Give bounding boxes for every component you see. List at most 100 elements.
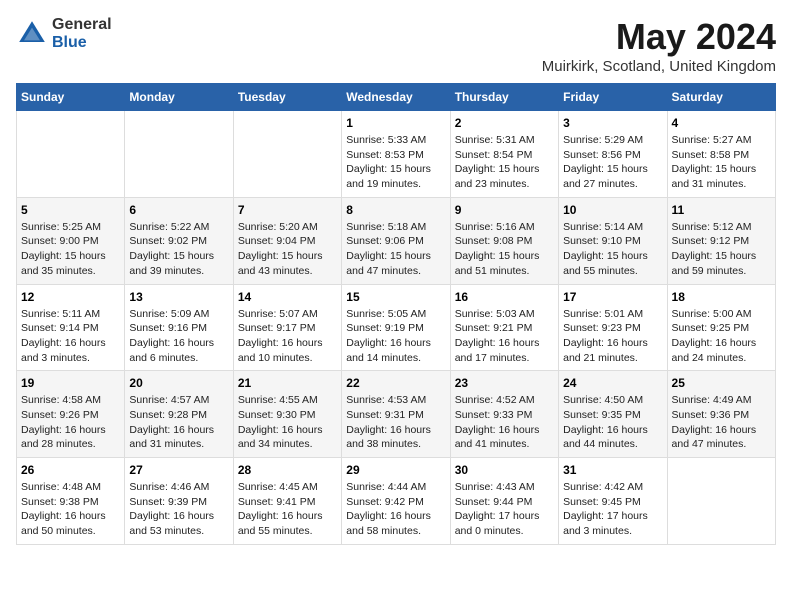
day-detail: Sunrise: 5:16 AM Sunset: 9:08 PM Dayligh… bbox=[455, 220, 554, 279]
day-detail: Sunrise: 5:00 AM Sunset: 9:25 PM Dayligh… bbox=[672, 307, 771, 366]
calendar-cell: 9 Sunrise: 5:16 AM Sunset: 9:08 PM Daylig… bbox=[450, 197, 558, 284]
day-detail: Sunrise: 5:09 AM Sunset: 9:16 PM Dayligh… bbox=[129, 307, 228, 366]
col-friday: Friday bbox=[559, 84, 667, 111]
logo-icon bbox=[16, 18, 48, 50]
day-detail: Sunrise: 4:49 AM Sunset: 9:36 PM Dayligh… bbox=[672, 393, 771, 452]
calendar-cell: 15 Sunrise: 5:05 AM Sunset: 9:19 PM Dayli… bbox=[342, 284, 450, 371]
day-number: 3 bbox=[563, 116, 662, 130]
day-number: 18 bbox=[672, 290, 771, 304]
day-detail: Sunrise: 4:45 AM Sunset: 9:41 PM Dayligh… bbox=[238, 480, 337, 539]
day-number: 19 bbox=[21, 376, 120, 390]
day-number: 9 bbox=[455, 203, 554, 217]
calendar-cell: 31 Sunrise: 4:42 AM Sunset: 9:45 PM Dayli… bbox=[559, 458, 667, 545]
day-number: 16 bbox=[455, 290, 554, 304]
day-number: 12 bbox=[21, 290, 120, 304]
day-number: 28 bbox=[238, 463, 337, 477]
day-detail: Sunrise: 4:50 AM Sunset: 9:35 PM Dayligh… bbox=[563, 393, 662, 452]
day-number: 20 bbox=[129, 376, 228, 390]
calendar-cell: 3Sunrise: 5:29 AM Sunset: 8:56 PM Daylig… bbox=[559, 111, 667, 198]
day-detail: Sunrise: 5:01 AM Sunset: 9:23 PM Dayligh… bbox=[563, 307, 662, 366]
day-detail: Sunrise: 4:46 AM Sunset: 9:39 PM Dayligh… bbox=[129, 480, 228, 539]
day-detail: Sunrise: 5:07 AM Sunset: 9:17 PM Dayligh… bbox=[238, 307, 337, 366]
day-detail: Sunrise: 5:12 AM Sunset: 9:12 PM Dayligh… bbox=[672, 220, 771, 279]
col-saturday: Saturday bbox=[667, 84, 775, 111]
calendar-cell: 25 Sunrise: 4:49 AM Sunset: 9:36 PM Dayli… bbox=[667, 371, 775, 458]
calendar-cell bbox=[233, 111, 341, 198]
calendar-cell: 1Sunrise: 5:33 AM Sunset: 8:53 PM Daylig… bbox=[342, 111, 450, 198]
day-number: 7 bbox=[238, 203, 337, 217]
calendar-week-row: 5Sunrise: 5:25 AM Sunset: 9:00 PM Daylig… bbox=[17, 197, 776, 284]
day-detail: Sunrise: 5:18 AM Sunset: 9:06 PM Dayligh… bbox=[346, 220, 445, 279]
calendar-cell bbox=[667, 458, 775, 545]
calendar-cell: 17 Sunrise: 5:01 AM Sunset: 9:23 PM Dayli… bbox=[559, 284, 667, 371]
calendar-body: 1Sunrise: 5:33 AM Sunset: 8:53 PM Daylig… bbox=[17, 111, 776, 545]
month-title: May 2024 bbox=[542, 16, 776, 58]
calendar-cell: 23 Sunrise: 4:52 AM Sunset: 9:33 PM Dayli… bbox=[450, 371, 558, 458]
calendar-cell: 26 Sunrise: 4:48 AM Sunset: 9:38 PM Dayli… bbox=[17, 458, 125, 545]
day-number: 6 bbox=[129, 203, 228, 217]
day-number: 2 bbox=[455, 116, 554, 130]
day-detail: Sunrise: 5:05 AM Sunset: 9:19 PM Dayligh… bbox=[346, 307, 445, 366]
calendar-cell: 12 Sunrise: 5:11 AM Sunset: 9:14 PM Dayli… bbox=[17, 284, 125, 371]
day-number: 13 bbox=[129, 290, 228, 304]
day-number: 17 bbox=[563, 290, 662, 304]
day-number: 22 bbox=[346, 376, 445, 390]
calendar-cell: 30 Sunrise: 4:43 AM Sunset: 9:44 PM Dayli… bbox=[450, 458, 558, 545]
calendar-cell: 8 Sunrise: 5:18 AM Sunset: 9:06 PM Daylig… bbox=[342, 197, 450, 284]
col-thursday: Thursday bbox=[450, 84, 558, 111]
col-monday: Monday bbox=[125, 84, 233, 111]
calendar-cell bbox=[125, 111, 233, 198]
day-detail: Sunrise: 4:53 AM Sunset: 9:31 PM Dayligh… bbox=[346, 393, 445, 452]
day-number: 14 bbox=[238, 290, 337, 304]
day-detail: Sunrise: 5:03 AM Sunset: 9:21 PM Dayligh… bbox=[455, 307, 554, 366]
day-detail: Sunrise: 5:14 AM Sunset: 9:10 PM Dayligh… bbox=[563, 220, 662, 279]
logo-blue-text: Blue bbox=[52, 34, 112, 52]
day-detail: Sunrise: 4:43 AM Sunset: 9:44 PM Dayligh… bbox=[455, 480, 554, 539]
calendar-cell: 29Sunrise: 4:44 AM Sunset: 9:42 PM Dayli… bbox=[342, 458, 450, 545]
calendar-cell: 27 Sunrise: 4:46 AM Sunset: 9:39 PM Dayli… bbox=[125, 458, 233, 545]
day-number: 24 bbox=[563, 376, 662, 390]
location-subtitle: Muirkirk, Scotland, United Kingdom bbox=[542, 58, 776, 75]
calendar-cell: 21Sunrise: 4:55 AM Sunset: 9:30 PM Dayli… bbox=[233, 371, 341, 458]
day-detail: Sunrise: 4:52 AM Sunset: 9:33 PM Dayligh… bbox=[455, 393, 554, 452]
day-number: 15 bbox=[346, 290, 445, 304]
day-detail: Sunrise: 4:42 AM Sunset: 9:45 PM Dayligh… bbox=[563, 480, 662, 539]
day-detail: Sunrise: 5:25 AM Sunset: 9:00 PM Dayligh… bbox=[21, 220, 120, 279]
day-number: 25 bbox=[672, 376, 771, 390]
calendar-cell: 22 Sunrise: 4:53 AM Sunset: 9:31 PM Dayli… bbox=[342, 371, 450, 458]
logo-text: General Blue bbox=[52, 16, 112, 51]
page-header: General Blue May 2024 Muirkirk, Scotland… bbox=[16, 16, 776, 75]
col-tuesday: Tuesday bbox=[233, 84, 341, 111]
day-detail: Sunrise: 5:33 AM Sunset: 8:53 PM Dayligh… bbox=[346, 133, 445, 192]
day-number: 30 bbox=[455, 463, 554, 477]
col-wednesday: Wednesday bbox=[342, 84, 450, 111]
day-number: 26 bbox=[21, 463, 120, 477]
col-sunday: Sunday bbox=[17, 84, 125, 111]
calendar-cell: 16 Sunrise: 5:03 AM Sunset: 9:21 PM Dayli… bbox=[450, 284, 558, 371]
calendar-cell: 7 Sunrise: 5:20 AM Sunset: 9:04 PM Daylig… bbox=[233, 197, 341, 284]
day-detail: Sunrise: 5:11 AM Sunset: 9:14 PM Dayligh… bbox=[21, 307, 120, 366]
day-number: 27 bbox=[129, 463, 228, 477]
calendar-table: Sunday Monday Tuesday Wednesday Thursday… bbox=[16, 83, 776, 545]
day-number: 8 bbox=[346, 203, 445, 217]
day-detail: Sunrise: 5:20 AM Sunset: 9:04 PM Dayligh… bbox=[238, 220, 337, 279]
day-number: 31 bbox=[563, 463, 662, 477]
calendar-week-row: 19Sunrise: 4:58 AM Sunset: 9:26 PM Dayli… bbox=[17, 371, 776, 458]
calendar-cell: 2Sunrise: 5:31 AM Sunset: 8:54 PM Daylig… bbox=[450, 111, 558, 198]
calendar-week-row: 1Sunrise: 5:33 AM Sunset: 8:53 PM Daylig… bbox=[17, 111, 776, 198]
calendar-cell: 10 Sunrise: 5:14 AM Sunset: 9:10 PM Dayli… bbox=[559, 197, 667, 284]
day-detail: Sunrise: 4:48 AM Sunset: 9:38 PM Dayligh… bbox=[21, 480, 120, 539]
day-number: 4 bbox=[672, 116, 771, 130]
calendar-cell: 5Sunrise: 5:25 AM Sunset: 9:00 PM Daylig… bbox=[17, 197, 125, 284]
day-number: 23 bbox=[455, 376, 554, 390]
calendar-cell bbox=[17, 111, 125, 198]
title-area: May 2024 Muirkirk, Scotland, United King… bbox=[542, 16, 776, 75]
calendar-cell: 14 Sunrise: 5:07 AM Sunset: 9:17 PM Dayli… bbox=[233, 284, 341, 371]
calendar-cell: 24 Sunrise: 4:50 AM Sunset: 9:35 PM Dayli… bbox=[559, 371, 667, 458]
day-number: 11 bbox=[672, 203, 771, 217]
day-detail: Sunrise: 4:55 AM Sunset: 9:30 PM Dayligh… bbox=[238, 393, 337, 452]
day-number: 10 bbox=[563, 203, 662, 217]
calendar-cell: 4Sunrise: 5:27 AM Sunset: 8:58 PM Daylig… bbox=[667, 111, 775, 198]
day-detail: Sunrise: 4:44 AM Sunset: 9:42 PM Dayligh… bbox=[346, 480, 445, 539]
calendar-week-row: 12 Sunrise: 5:11 AM Sunset: 9:14 PM Dayli… bbox=[17, 284, 776, 371]
